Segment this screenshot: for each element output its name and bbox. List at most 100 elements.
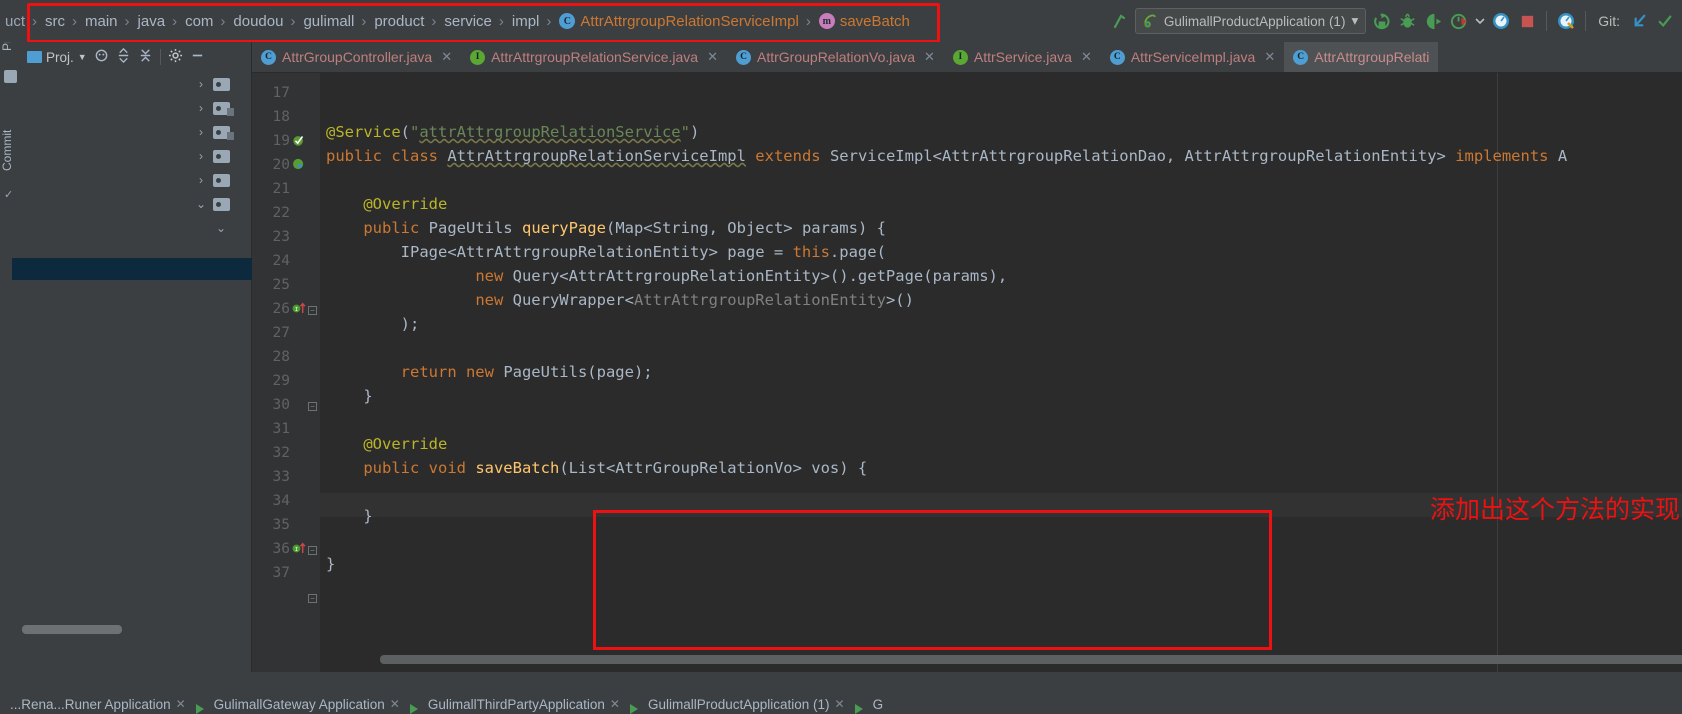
back-arrow-icon[interactable] (1109, 10, 1131, 32)
breadcrumb-item-doudou[interactable]: doudou (230, 0, 286, 42)
spring-bean-gutter-icon[interactable] (292, 157, 306, 171)
bottom-run-bar: ...Rena...Runer Application ✕ GulimallGa… (0, 672, 1682, 714)
breadcrumb-item-class[interactable]: C AttrAttrgroupRelationServiceImpl (556, 0, 801, 42)
chevron-right-icon[interactable]: › (195, 77, 207, 91)
tree-selected-row[interactable] (12, 258, 252, 280)
stop-icon[interactable] (1516, 10, 1538, 32)
run-tab-item[interactable]: ...Rena...Runer Application ✕ (0, 694, 196, 714)
close-icon[interactable]: ✕ (1081, 49, 1092, 65)
run-configuration-selector[interactable]: GulimallProductApplication (1) ▾ (1134, 8, 1367, 34)
run-tab-item[interactable]: GulimallProductApplication (1) ✕ (638, 694, 855, 714)
editor-hscrollbar[interactable] (380, 655, 1682, 664)
collapse-all-icon[interactable] (138, 48, 153, 66)
run-tab-item[interactable]: GulimallGateway Application ✕ (204, 694, 410, 714)
locate-icon[interactable] (94, 48, 109, 66)
code-line-33: public void saveBatch(List<AttrGroupRela… (326, 459, 868, 477)
code-line-30: } (326, 387, 373, 405)
folder-icon (213, 173, 230, 187)
toolbar-divider (1585, 11, 1587, 31)
breadcrumb-item-gulimall[interactable]: gulimall (300, 0, 357, 42)
breadcrumb-item-src[interactable]: src (42, 0, 68, 42)
tab-label: AttrService.java (973, 49, 1072, 65)
breadcrumb-method-label: saveBatch (839, 12, 910, 30)
chevron-down-icon[interactable]: ⌄ (215, 221, 227, 235)
tree-item[interactable]: › (195, 72, 251, 96)
close-icon[interactable]: ✕ (390, 697, 400, 711)
git-update-icon[interactable] (1628, 10, 1650, 32)
expand-all-icon[interactable] (116, 47, 131, 66)
override-gutter-icon[interactable]: I (292, 541, 306, 555)
chevron-right-icon[interactable]: › (195, 173, 207, 187)
git-commit-icon[interactable] (1654, 10, 1676, 32)
tab-attrattrgrouprelationservice[interactable]: I AttrAttrgroupRelationService.java ✕ (461, 42, 727, 72)
run-tab-item[interactable]: G (863, 694, 894, 714)
code-content[interactable]: @Service("attrAttrgroupRelationService")… (320, 73, 1682, 672)
bean-gutter-icon[interactable] (292, 133, 306, 147)
breadcrumb-prefix[interactable]: uct (2, 0, 28, 42)
breadcrumb-item-service[interactable]: service (441, 0, 495, 42)
override-gutter-icon[interactable]: I (292, 301, 306, 315)
tab-attrgroupcontroller[interactable]: C AttrGroupController.java ✕ (252, 42, 461, 72)
tree-item[interactable]: › (195, 168, 251, 192)
close-icon[interactable]: ✕ (707, 49, 718, 65)
tree-item[interactable]: › (195, 96, 251, 120)
run-icon (854, 704, 863, 714)
close-icon[interactable]: ✕ (176, 697, 186, 711)
close-icon[interactable]: ✕ (1264, 49, 1275, 65)
breadcrumb-item-impl[interactable]: impl (509, 0, 543, 42)
chevron-right-icon[interactable]: › (195, 101, 207, 115)
fold-marker[interactable]: − (308, 594, 317, 603)
tree-item[interactable]: › (195, 120, 251, 144)
run-with-coverage-icon[interactable] (1422, 10, 1444, 32)
close-icon[interactable]: ✕ (441, 49, 452, 65)
tab-attrservice[interactable]: I AttrService.java ✕ (944, 42, 1101, 72)
editor-gutter[interactable]: 17 18 19 20 21 22 23 24 25 26 27 28 29 3… (252, 73, 320, 672)
tool-tab-commit[interactable]: Commit (0, 120, 22, 180)
breadcrumb-item-java[interactable]: java (135, 0, 169, 42)
breadcrumb-class-label: AttrAttrgroupRelationServiceImpl (580, 12, 799, 30)
debug-icon[interactable] (1396, 10, 1418, 32)
interface-icon: I (470, 49, 486, 65)
fold-marker[interactable]: − (308, 402, 317, 411)
git-label: Git: (1598, 13, 1620, 29)
breadcrumb-item-method[interactable]: m saveBatch (816, 0, 913, 42)
run-tab-item[interactable]: GulimallThirdPartyApplication ✕ (418, 694, 630, 714)
chevron-right-icon[interactable]: › (195, 125, 207, 139)
updates-icon[interactable] (1555, 10, 1577, 32)
tree-item[interactable]: ⌄ (195, 216, 251, 240)
chevron-down-icon[interactable]: ▾ (1351, 13, 1358, 29)
close-icon[interactable]: ✕ (835, 697, 845, 711)
chevron-down-icon[interactable]: ▼ (78, 52, 87, 62)
class-icon: C (1293, 49, 1309, 65)
search-everywhere-icon[interactable] (1490, 10, 1512, 32)
caret-down-icon[interactable] (1474, 10, 1486, 32)
close-icon[interactable]: ✕ (610, 697, 620, 711)
line-number: 37 (272, 565, 290, 581)
chevron-right-icon[interactable]: › (195, 149, 207, 163)
run-tab-label: G (872, 696, 884, 712)
project-tree[interactable]: › › › › › ⌄ ⌄ (12, 72, 252, 642)
breadcrumb-separator: › (361, 12, 367, 30)
code-editor[interactable]: 17 18 19 20 21 22 23 24 25 26 27 28 29 3… (252, 73, 1682, 672)
project-panel-hscrollbar[interactable] (22, 625, 122, 634)
breadcrumb-separator: › (220, 12, 226, 30)
tab-attrattrgrouprelationserviceimpl[interactable]: C AttrAttrgroupRelati (1284, 42, 1439, 72)
breadcrumb-item-main[interactable]: main (82, 0, 121, 42)
chevron-down-icon[interactable]: ⌄ (195, 197, 207, 211)
hide-panel-icon[interactable] (190, 48, 205, 66)
tree-item[interactable]: › (195, 144, 251, 168)
settings-gear-icon[interactable] (168, 48, 183, 66)
breadcrumb-item-com[interactable]: com (182, 0, 216, 42)
tab-attrgrouprelationvo[interactable]: C AttrGroupRelationVo.java ✕ (727, 42, 944, 72)
tab-attrserviceimpl[interactable]: C AttrServiceImpl.java ✕ (1101, 42, 1284, 72)
run-toolbar: GulimallProductApplication (1) ▾ Git: (1109, 0, 1682, 42)
profiler-icon[interactable] (1448, 10, 1470, 32)
project-view-selector[interactable]: Proj. ▼ (27, 50, 87, 65)
fold-marker[interactable]: − (308, 306, 317, 315)
fold-marker[interactable]: − (308, 546, 317, 555)
breadcrumb-separator: › (805, 12, 811, 30)
close-icon[interactable]: ✕ (924, 49, 935, 65)
run-icon[interactable] (1370, 10, 1392, 32)
tree-item[interactable]: ⌄ (195, 192, 251, 216)
breadcrumb-item-product[interactable]: product (371, 0, 427, 42)
